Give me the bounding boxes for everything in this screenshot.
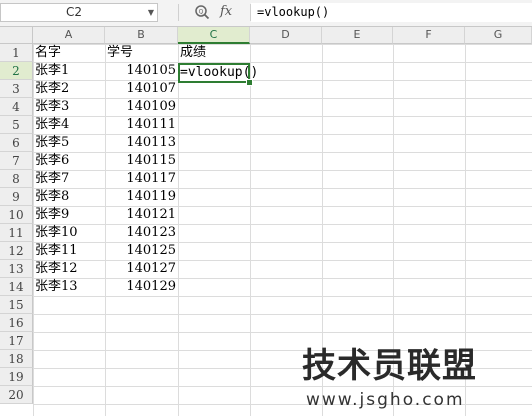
row-header[interactable]: 5 — [0, 116, 33, 134]
gridline — [250, 44, 251, 416]
cell-a7[interactable]: 张李6 — [33, 152, 105, 170]
name-box-value: C2 — [65, 5, 82, 19]
row-header[interactable]: 11 — [0, 224, 33, 242]
cell-b3[interactable]: 140107 — [105, 80, 178, 98]
cell-b1[interactable]: 学号 — [105, 44, 178, 62]
cell-b2[interactable]: 140105 — [105, 62, 178, 80]
cell-a2[interactable]: 张李1 — [33, 62, 105, 80]
row-header[interactable]: 20 — [0, 386, 33, 404]
cell-b7[interactable]: 140115 — [105, 152, 178, 170]
formula-bar: C2 ▼ Q fx =vlookup() — [0, 0, 532, 27]
row-header[interactable]: 18 — [0, 350, 33, 368]
cell-a11[interactable]: 张李10 — [33, 224, 105, 242]
zoom-icon[interactable]: Q — [194, 4, 210, 20]
row-header[interactable]: 3 — [0, 80, 33, 98]
fill-handle[interactable] — [246, 79, 253, 86]
row-header[interactable]: 7 — [0, 152, 33, 170]
cell-b10[interactable]: 140121 — [105, 206, 178, 224]
gridline — [178, 44, 179, 416]
column-header-a[interactable]: A — [33, 27, 105, 44]
cell-b12[interactable]: 140125 — [105, 242, 178, 260]
row-header[interactable]: 9 — [0, 188, 33, 206]
cell-a4[interactable]: 张李3 — [33, 98, 105, 116]
row-header[interactable]: 14 — [0, 278, 33, 296]
row-header[interactable]: 1 — [0, 44, 33, 62]
formula-input[interactable]: =vlookup() — [251, 3, 532, 22]
row-header[interactable]: 2 — [0, 62, 33, 80]
cell-b5[interactable]: 140111 — [105, 116, 178, 134]
row-header[interactable]: 15 — [0, 296, 33, 314]
divider — [178, 4, 179, 21]
column-header-g[interactable]: G — [465, 27, 532, 44]
row-header[interactable]: 13 — [0, 260, 33, 278]
svg-text:Q: Q — [199, 9, 204, 16]
cell-b8[interactable]: 140117 — [105, 170, 178, 188]
watermark-logo: 技术员联盟 www.jsgho.com — [302, 346, 532, 416]
cell-b6[interactable]: 140113 — [105, 134, 178, 152]
column-header-d[interactable]: D — [250, 27, 322, 44]
cell-a8[interactable]: 张李7 — [33, 170, 105, 188]
cell-a6[interactable]: 张李5 — [33, 134, 105, 152]
name-box[interactable]: C2 ▼ — [0, 3, 158, 22]
cell-a3[interactable]: 张李2 — [33, 80, 105, 98]
column-header-b[interactable]: B — [105, 27, 178, 44]
cell-a14[interactable]: 张李13 — [33, 278, 105, 296]
cell-b9[interactable]: 140119 — [105, 188, 178, 206]
column-header-f[interactable]: F — [393, 27, 465, 44]
cell-b14[interactable]: 140129 — [105, 278, 178, 296]
cell-b13[interactable]: 140127 — [105, 260, 178, 278]
cell-a1[interactable]: 名字 — [33, 44, 105, 62]
row-header[interactable]: 4 — [0, 98, 33, 116]
cell-a12[interactable]: 张李11 — [33, 242, 105, 260]
cell-a13[interactable]: 张李12 — [33, 260, 105, 278]
chevron-down-icon[interactable]: ▼ — [148, 4, 154, 21]
row-header[interactable]: 12 — [0, 242, 33, 260]
row-header[interactable]: 8 — [0, 170, 33, 188]
row-header[interactable]: 10 — [0, 206, 33, 224]
cell-a5[interactable]: 张李4 — [33, 116, 105, 134]
row-header[interactable]: 16 — [0, 314, 33, 332]
cell-b11[interactable]: 140123 — [105, 224, 178, 242]
cell-a10[interactable]: 张李9 — [33, 206, 105, 224]
fx-icon[interactable]: fx — [220, 3, 232, 21]
cell-a9[interactable]: 张李8 — [33, 188, 105, 206]
column-header-e[interactable]: E — [322, 27, 393, 44]
cell-c1[interactable]: 成绩 — [178, 44, 250, 62]
row-header[interactable]: 6 — [0, 134, 33, 152]
watermark-url: www.jsgho.com — [306, 390, 465, 410]
select-all-corner[interactable] — [0, 27, 33, 44]
row-header[interactable]: 19 — [0, 368, 33, 386]
column-header-c[interactable]: C — [178, 27, 250, 44]
row-header[interactable]: 17 — [0, 332, 33, 350]
watermark-title: 技术员联盟 — [302, 346, 477, 386]
cell-b4[interactable]: 140109 — [105, 98, 178, 116]
